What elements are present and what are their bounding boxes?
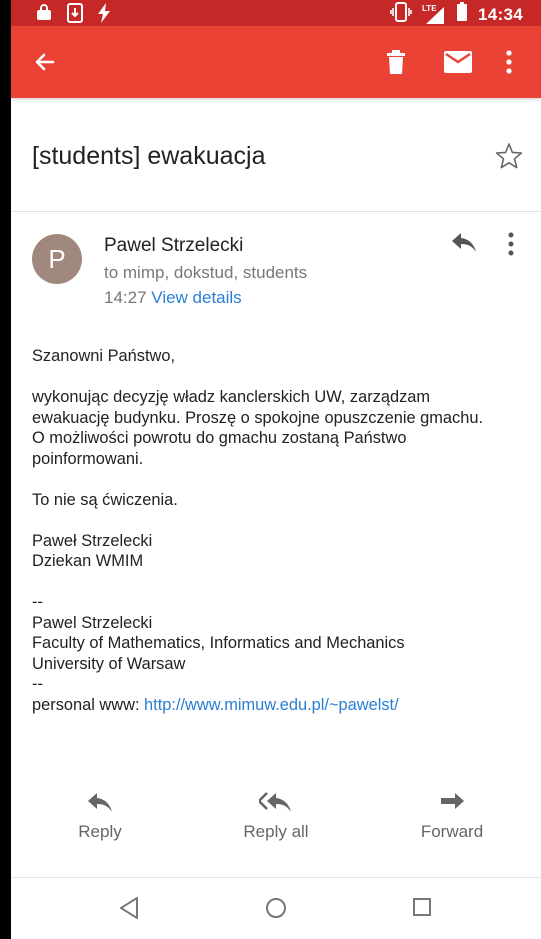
email-time: 14:27 [104,288,147,307]
reply-all-label: Reply all [243,822,309,841]
body-line: O możliwości powrotu do gmachu zostaną P… [32,429,407,447]
reply-all-icon [216,792,336,814]
navigation-bar [11,877,541,939]
signature-line: Dziekan WMIM [32,552,144,570]
battery-icon [456,2,468,27]
reply-all-button[interactable]: Reply all [216,790,336,842]
signature-line: University of Warsaw [32,654,186,673]
bag-icon [35,4,53,27]
body-line: ewakuację budynku. Proszę o spokojne opu… [32,408,484,427]
subject-row: [students] ewakuacja [11,98,541,212]
more-vert-icon[interactable] [508,232,520,258]
body-line: To nie są ćwiczenia. [32,490,178,509]
clock: 14:34 [478,4,523,24]
trash-icon[interactable] [382,48,410,76]
flash-icon [97,3,111,28]
app-bar [11,26,541,98]
www-link[interactable]: http://www.mimuw.edu.pl/~pawelst/ [144,696,399,714]
home-nav-icon[interactable] [264,896,288,920]
signature-line: Faculty of Mathematics, Informatics and … [32,634,405,652]
avatar[interactable]: P [32,234,82,284]
signal-icon: LTE [422,4,446,25]
view-details-link[interactable]: View details [151,288,241,307]
sender-name[interactable]: Pawel Strzelecki [104,235,243,257]
recents-nav-icon[interactable] [411,896,435,920]
email-body: Szanowni Państwo, wykonując decyzję wład… [32,346,532,715]
more-vert-icon[interactable] [499,48,519,76]
action-bar: Reply Reply all Forward [11,790,541,860]
signature-line: Pawel Strzelecki [32,613,153,632]
forward-label: Forward [420,822,484,841]
reply-icon [40,792,160,814]
separator: -- [32,593,43,611]
vibrate-icon [390,2,412,27]
back-nav-icon[interactable] [118,896,142,920]
phone-screen: LTE 14:34 [students] ewakuacja P Pawel S… [11,0,541,939]
greeting: Szanowni Państwo, [32,347,176,365]
www-line: personal www: http://www.mimuw.edu.pl/~p… [32,695,532,716]
body-line: wykonując decyzję władz kanclerskich UW,… [32,388,431,406]
reply-button[interactable]: Reply [40,790,160,842]
mail-icon[interactable] [443,48,473,76]
back-arrow-icon[interactable] [31,48,59,76]
recipients: to mimp, dokstud, students [104,263,308,282]
star-icon[interactable] [495,142,523,170]
separator: -- [32,675,43,693]
download-icon [67,3,83,28]
status-bar: LTE 14:34 [11,0,541,26]
reply-icon[interactable] [451,232,479,256]
reply-label: Reply [78,822,122,841]
forward-button[interactable]: Forward [392,790,512,842]
email-subject: [students] ewakuacja [32,142,266,170]
body-line: poinformowani. [32,449,144,468]
email-meta: 14:27 View details [104,288,242,308]
forward-icon [392,792,512,814]
signature-line: Paweł Strzelecki [32,531,153,550]
www-label: personal www: [32,695,145,714]
